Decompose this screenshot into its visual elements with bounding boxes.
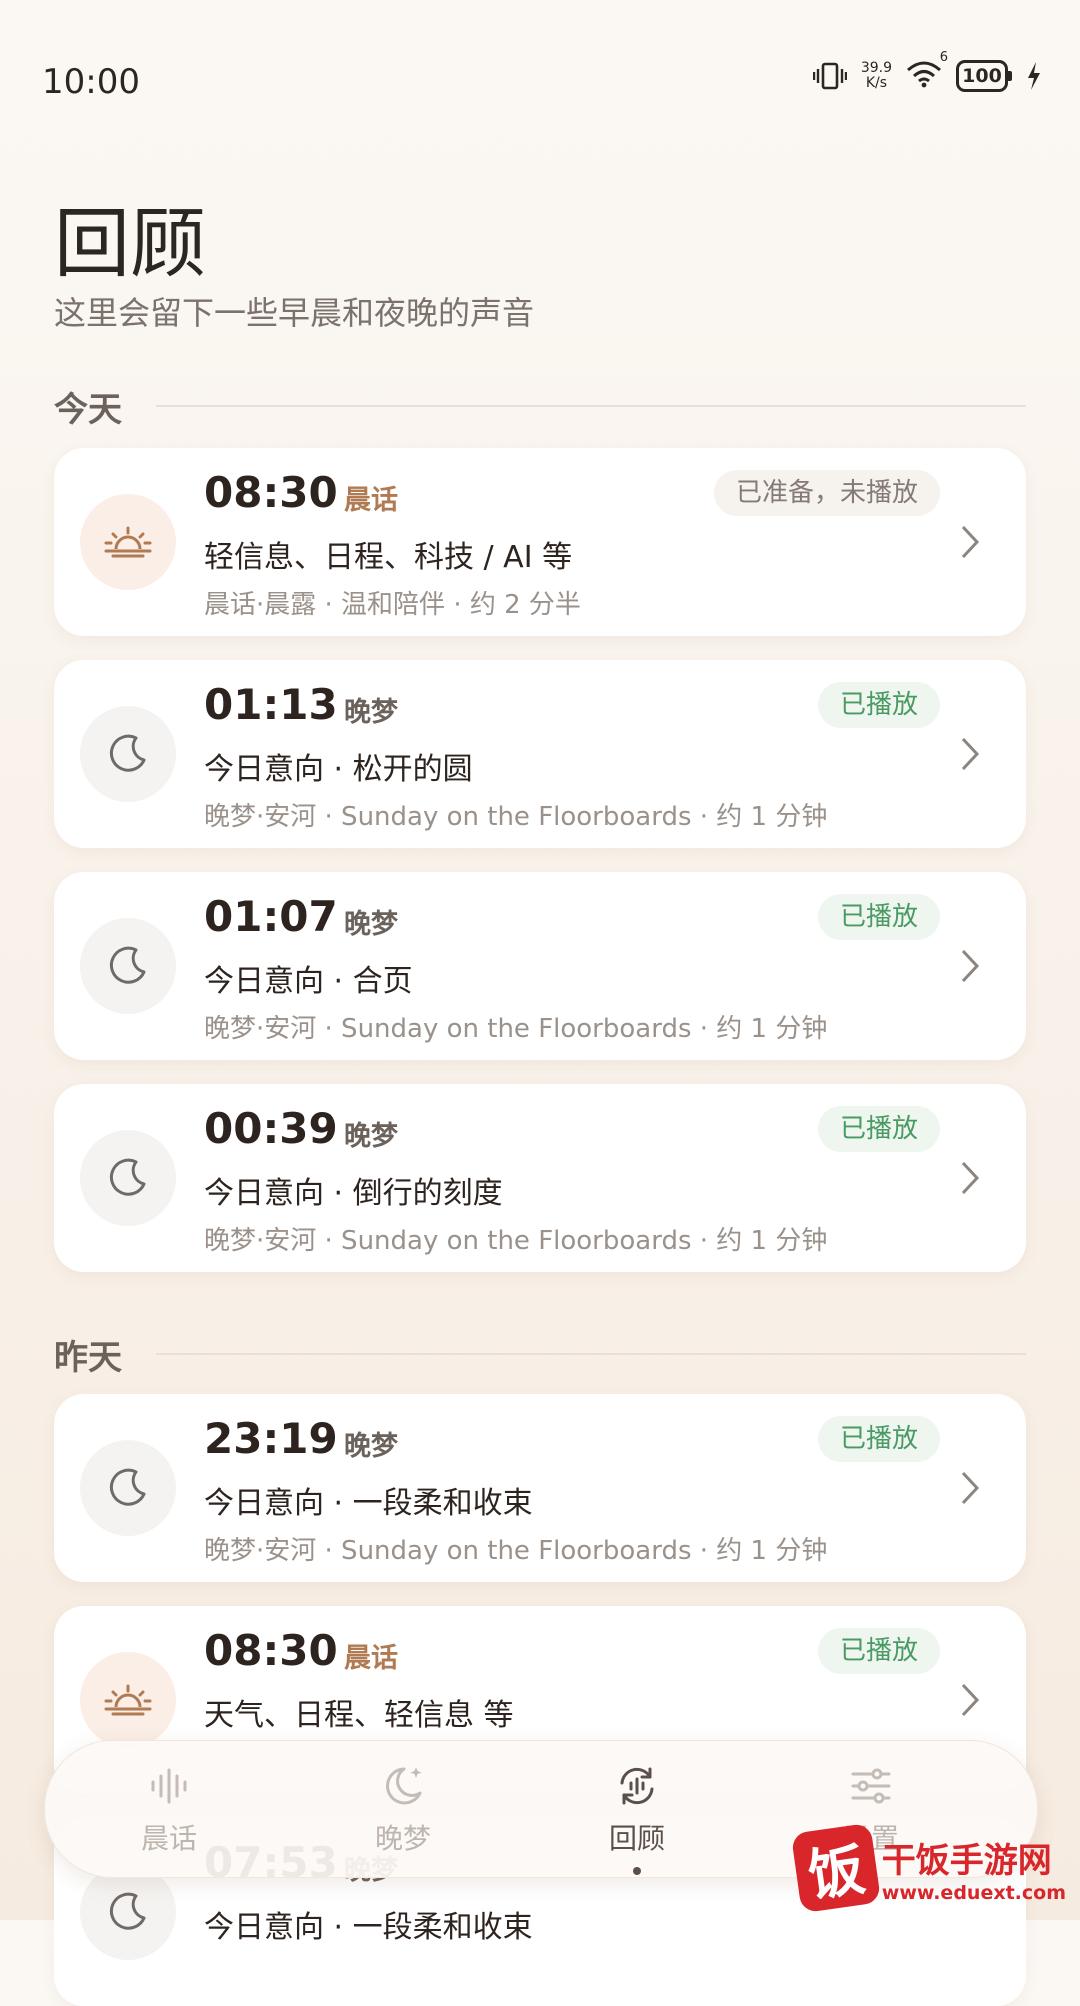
moon-icon bbox=[109, 946, 146, 984]
chevron-right-icon bbox=[950, 1158, 990, 1198]
card-icon-wrap bbox=[80, 1130, 176, 1226]
wifi-icon bbox=[907, 61, 941, 88]
card-icon-wrap bbox=[80, 1440, 176, 1536]
nav-item-night[interactable]: 晚梦 bbox=[333, 1759, 473, 1869]
sunrise-icon bbox=[104, 1684, 152, 1716]
sunrise-icon bbox=[104, 526, 152, 558]
review-icon bbox=[567, 1759, 707, 1813]
card-meta: 晚梦·安河 · Sunday on the Floorboards · 约 1 … bbox=[204, 1536, 828, 1566]
net-speed-value: 39.9 bbox=[860, 60, 892, 76]
moon-star-icon bbox=[333, 1759, 473, 1813]
card-meta: 晚梦·安河 · Sunday on the Floorboards · 约 1 … bbox=[204, 802, 828, 832]
watermark-text: 干饭手游网 www.eduext.com bbox=[882, 1833, 1066, 1904]
card-meta: 晚梦·安河 · Sunday on the Floorboards · 约 1 … bbox=[204, 1226, 828, 1256]
card-meta: 晨话·晨露 · 温和陪伴 · 约 2 分半 bbox=[204, 590, 581, 620]
moon-icon bbox=[109, 734, 146, 772]
page-subtitle: 这里会留下一些早晨和夜晚的声音 bbox=[54, 294, 535, 332]
watermark-logo: 饭 bbox=[790, 1822, 881, 1914]
card-status-badge: 已播放 bbox=[817, 894, 940, 940]
vibrate-icon bbox=[812, 62, 847, 90]
card-title: 今日意向 · 松开的圆 bbox=[204, 752, 473, 787]
card-status-badge: 已播放 bbox=[817, 1628, 940, 1674]
card-kind: 晚梦 bbox=[344, 909, 398, 940]
waveform-icon bbox=[99, 1759, 239, 1813]
card-title: 今日意向 · 一段柔和收束 bbox=[204, 1910, 533, 1945]
card-kind: 晨话 bbox=[344, 1643, 398, 1674]
chevron-right-icon bbox=[950, 1680, 990, 1720]
card-time: 23:19 bbox=[204, 1414, 338, 1463]
card-title: 今日意向 · 倒行的刻度 bbox=[204, 1176, 503, 1211]
card-icon-wrap bbox=[80, 1652, 176, 1748]
card-kind: 晨话 bbox=[344, 485, 398, 516]
nav-item-review[interactable]: 回顾 bbox=[567, 1759, 707, 1875]
status-icons: 39.9 K/s 6 100 bbox=[812, 50, 1042, 92]
card-icon-wrap bbox=[80, 918, 176, 1014]
battery-cap bbox=[1008, 71, 1012, 81]
section-divider bbox=[156, 1353, 1026, 1355]
nav-item-morning[interactable]: 晨话 bbox=[99, 1759, 239, 1869]
card-time: 01:13 bbox=[204, 680, 338, 729]
section-label: 昨天 bbox=[54, 1337, 122, 1378]
chevron-right-icon bbox=[950, 734, 990, 774]
card-status-badge: 已播放 bbox=[817, 1106, 940, 1152]
nav-label: 晚梦 bbox=[374, 1822, 431, 1855]
status-time: 10:00 bbox=[42, 62, 140, 102]
card-icon-wrap bbox=[80, 1864, 176, 1960]
card-title: 今日意向 · 合页 bbox=[204, 964, 413, 999]
review-card[interactable]: 23:19 晚梦 已播放 今日意向 · 一段柔和收束 晚梦·安河 · Sunda… bbox=[54, 1394, 1026, 1582]
section-header-yesterday: 昨天 bbox=[54, 1332, 1026, 1378]
card-status-badge: 已准备，未播放 bbox=[713, 470, 940, 516]
status-bar: 10:00 39.9 K/s 6 100 bbox=[0, 0, 1080, 170]
card-time: 01:07 bbox=[204, 892, 338, 941]
card-time: 00:39 bbox=[204, 1104, 338, 1153]
charging-icon bbox=[1028, 62, 1040, 90]
sliders-icon bbox=[801, 1759, 941, 1813]
card-time: 08:30 bbox=[204, 1626, 338, 1675]
chevron-right-icon bbox=[950, 1468, 990, 1508]
watermark-title: 干饭手游网 bbox=[881, 1840, 1052, 1881]
moon-icon bbox=[109, 1468, 146, 1506]
card-kind: 晚梦 bbox=[344, 1431, 398, 1462]
net-speed-unit: K/s bbox=[865, 75, 888, 91]
moon-icon bbox=[109, 1158, 146, 1196]
nav-label: 晨话 bbox=[140, 1822, 197, 1855]
moon-icon bbox=[109, 1892, 146, 1930]
nav-label: 回顾 bbox=[608, 1822, 665, 1855]
review-card[interactable]: 00:39 晚梦 已播放 今日意向 · 倒行的刻度 晚梦·安河 · Sunday… bbox=[54, 1084, 1026, 1272]
wifi: 6 bbox=[906, 50, 948, 92]
section-header-today: 今天 bbox=[54, 384, 1026, 430]
card-icon-wrap bbox=[80, 706, 176, 802]
card-icon-wrap bbox=[80, 494, 176, 590]
card-title: 今日意向 · 一段柔和收束 bbox=[204, 1486, 533, 1521]
review-card[interactable]: 01:13 晚梦 已播放 今日意向 · 松开的圆 晚梦·安河 · Sunday … bbox=[54, 660, 1026, 848]
review-card[interactable]: 08:30 晨话 已准备，未播放 轻信息、日程、科技 / AI 等 晨话·晨露 … bbox=[54, 448, 1026, 636]
card-meta: 晚梦·安河 · Sunday on the Floorboards · 约 1 … bbox=[204, 1014, 828, 1044]
card-title: 轻信息、日程、科技 / AI 等 bbox=[204, 540, 573, 575]
chevron-right-icon bbox=[950, 946, 990, 986]
card-status-badge: 已播放 bbox=[817, 682, 940, 728]
battery-level: 100 bbox=[956, 60, 1008, 92]
net-speed: 39.9 K/s bbox=[861, 61, 892, 91]
card-time: 08:30 bbox=[204, 468, 338, 517]
section-divider bbox=[156, 405, 1026, 407]
watermark-url: www.eduext.com bbox=[881, 1881, 1066, 1904]
watermark: 饭 干饭手游网 www.eduext.com bbox=[790, 1822, 1066, 1914]
chevron-right-icon bbox=[950, 522, 990, 562]
card-kind: 晚梦 bbox=[344, 1121, 398, 1152]
review-card[interactable]: 01:07 晚梦 已播放 今日意向 · 合页 晚梦·安河 · Sunday on… bbox=[54, 872, 1026, 1060]
card-status-badge: 已播放 bbox=[817, 1416, 940, 1462]
card-title: 天气、日程、轻信息 等 bbox=[204, 1698, 514, 1733]
wifi-badge: 6 bbox=[939, 50, 948, 65]
page-title: 回顾 bbox=[54, 199, 206, 288]
active-indicator bbox=[633, 1867, 641, 1875]
battery: 100 bbox=[956, 60, 1012, 92]
section-label: 今天 bbox=[54, 389, 122, 430]
card-kind: 晚梦 bbox=[344, 697, 398, 728]
